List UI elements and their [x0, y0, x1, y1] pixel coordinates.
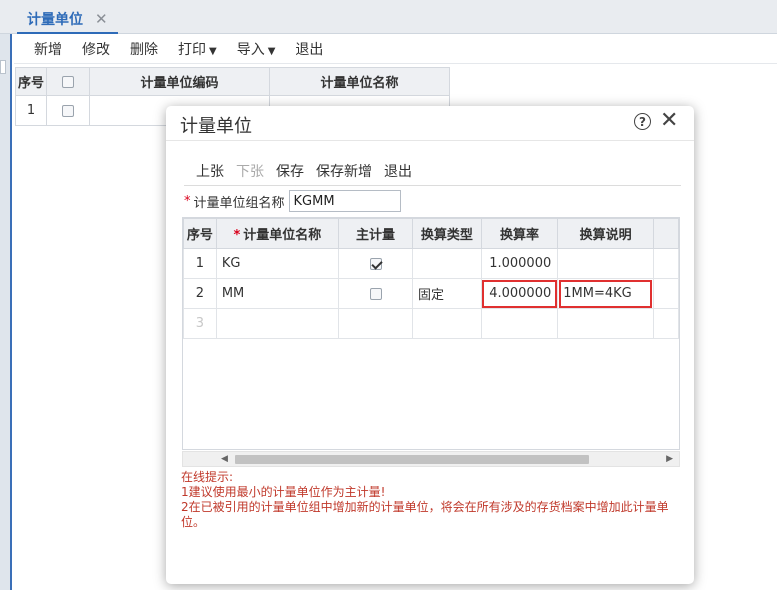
conversion-desc-cell — [557, 248, 654, 279]
close-icon[interactable]: ✕ — [660, 108, 678, 133]
import-dropdown[interactable]: 导入 ▼ — [237, 39, 276, 59]
column-header-unit-name: * 计量单位名称 — [215, 218, 339, 249]
tips-line-1: 1建议使用最小的计量单位作为主计量! — [181, 485, 386, 499]
dialog-exit-button[interactable]: 退出 — [384, 161, 412, 181]
unit-name-cell[interactable]: MM — [215, 278, 339, 309]
main-unit-cell — [337, 278, 414, 309]
dialog-toolbar: 上张 下张 保存 保存新增 退出 — [196, 161, 424, 181]
group-name-row: * 计量单位组名称 — [184, 190, 401, 212]
main-toolbar: 新增 修改 删除 打印 ▼ 导入 ▼ 退出 — [14, 34, 777, 64]
column-header-conversion-type: 换算类型 — [412, 218, 482, 249]
unit-detail-grid: 序号 * 计量单位名称 主计量 换算类型 换算率 换算说明 1 KG 1.0000… — [182, 217, 680, 450]
left-panel-strip — [0, 34, 12, 590]
tab-bar: 计量单位 ✕ — [0, 0, 777, 34]
group-name-input[interactable] — [288, 190, 401, 212]
add-button[interactable]: 新增 — [34, 39, 62, 59]
column-header-name: 计量单位名称 — [269, 67, 450, 96]
scroll-right-icon[interactable]: ▶ — [666, 454, 673, 464]
main-unit-checkbox[interactable] — [369, 287, 382, 300]
save-button[interactable]: 保存 — [276, 161, 304, 181]
select-all-checkbox-cell — [46, 67, 90, 96]
prev-button[interactable]: 上张 — [196, 161, 224, 181]
required-marker: * — [184, 193, 191, 209]
help-icon[interactable]: ? — [634, 113, 651, 130]
conversion-desc-cell: 1MM=4KG — [557, 278, 654, 309]
conversion-type-cell[interactable] — [412, 308, 482, 339]
left-panel-handle[interactable] — [0, 60, 6, 74]
unit-name-cell[interactable] — [215, 308, 339, 339]
tips-line-2: 2在已被引用的计量单位组中增加新的计量单位，将会在所有涉及的存货档案中增加此计量… — [181, 500, 669, 529]
table-row[interactable]: 1 KG 1.000000 — [183, 248, 679, 279]
required-marker: * — [233, 228, 241, 243]
tab-close-icon[interactable]: ✕ — [95, 10, 108, 28]
table-row[interactable]: 3 — [183, 308, 679, 339]
column-header-index: 序号 — [15, 67, 47, 96]
conversion-type-cell[interactable]: 固定 — [412, 278, 482, 309]
unit-detail-table: 序号 * 计量单位名称 主计量 换算类型 换算率 换算说明 1 KG 1.0000… — [183, 218, 679, 339]
unit-dialog: 计量单位 ? ✕ 上张 下张 保存 保存新增 退出 * 计量单位组名称 序号 *… — [166, 106, 694, 584]
conversion-desc-cell — [557, 308, 654, 339]
chevron-down-icon: ▼ — [267, 45, 276, 57]
tab-label: 计量单位 — [27, 12, 83, 28]
scrollbar-thumb[interactable] — [235, 455, 589, 464]
row-index: 2 — [183, 278, 217, 309]
next-button: 下张 — [236, 164, 264, 180]
scroll-left-icon[interactable]: ◀ — [221, 454, 228, 464]
main-unit-checkbox[interactable] — [369, 257, 382, 270]
chevron-down-icon: ▼ — [209, 45, 217, 57]
conversion-rate-cell[interactable]: 4.000000 — [480, 278, 559, 309]
save-new-button[interactable]: 保存新增 — [316, 161, 372, 181]
row-checkbox-cell — [46, 95, 90, 126]
row-index: 1 — [15, 95, 47, 126]
extra-cell — [652, 248, 679, 279]
row-index: 1 — [183, 248, 217, 279]
column-header-extra — [652, 218, 679, 249]
row-index: 3 — [183, 308, 217, 339]
exit-button[interactable]: 退出 — [295, 39, 323, 59]
main-unit-cell — [337, 308, 414, 339]
column-header-main-unit: 主计量 — [337, 218, 414, 249]
online-tips: 在线提示: 1建议使用最小的计量单位作为主计量! 2在已被引用的计量单位组中增加… — [181, 470, 679, 530]
row-checkbox[interactable] — [62, 104, 74, 117]
table-row[interactable]: 2 MM 固定 4.000000 1MM=4KG — [183, 278, 679, 309]
print-label: 打印 — [178, 41, 206, 58]
tips-title: 在线提示: — [181, 470, 234, 484]
conversion-rate-cell[interactable]: 1.000000 — [480, 248, 559, 279]
extra-cell — [652, 308, 679, 339]
edit-button[interactable]: 修改 — [82, 39, 110, 59]
dialog-title: 计量单位 — [180, 116, 252, 137]
unit-name-cell[interactable]: KG — [215, 248, 339, 279]
horizontal-scrollbar[interactable]: ◀ ▶ — [182, 451, 680, 467]
tab-unit-of-measure[interactable]: 计量单位 ✕ — [17, 6, 118, 34]
conversion-rate-cell[interactable] — [480, 308, 559, 339]
dialog-divider — [166, 140, 694, 141]
toolbar-divider — [184, 185, 681, 186]
import-label: 导入 — [236, 41, 265, 58]
column-header-code: 计量单位编码 — [89, 67, 270, 96]
extra-cell — [652, 278, 679, 309]
select-all-checkbox[interactable] — [62, 75, 74, 88]
delete-button[interactable]: 删除 — [130, 39, 158, 59]
column-header-conversion-desc: 换算说明 — [557, 218, 654, 249]
conversion-type-cell[interactable] — [412, 248, 482, 279]
group-name-label: 计量单位组名称 — [193, 195, 285, 211]
column-header-unit-name-label: 计量单位名称 — [243, 228, 322, 243]
print-dropdown[interactable]: 打印 ▼ — [178, 39, 217, 59]
column-header-index: 序号 — [183, 218, 217, 249]
column-header-conversion-rate: 换算率 — [480, 218, 559, 249]
main-unit-cell — [337, 248, 414, 279]
